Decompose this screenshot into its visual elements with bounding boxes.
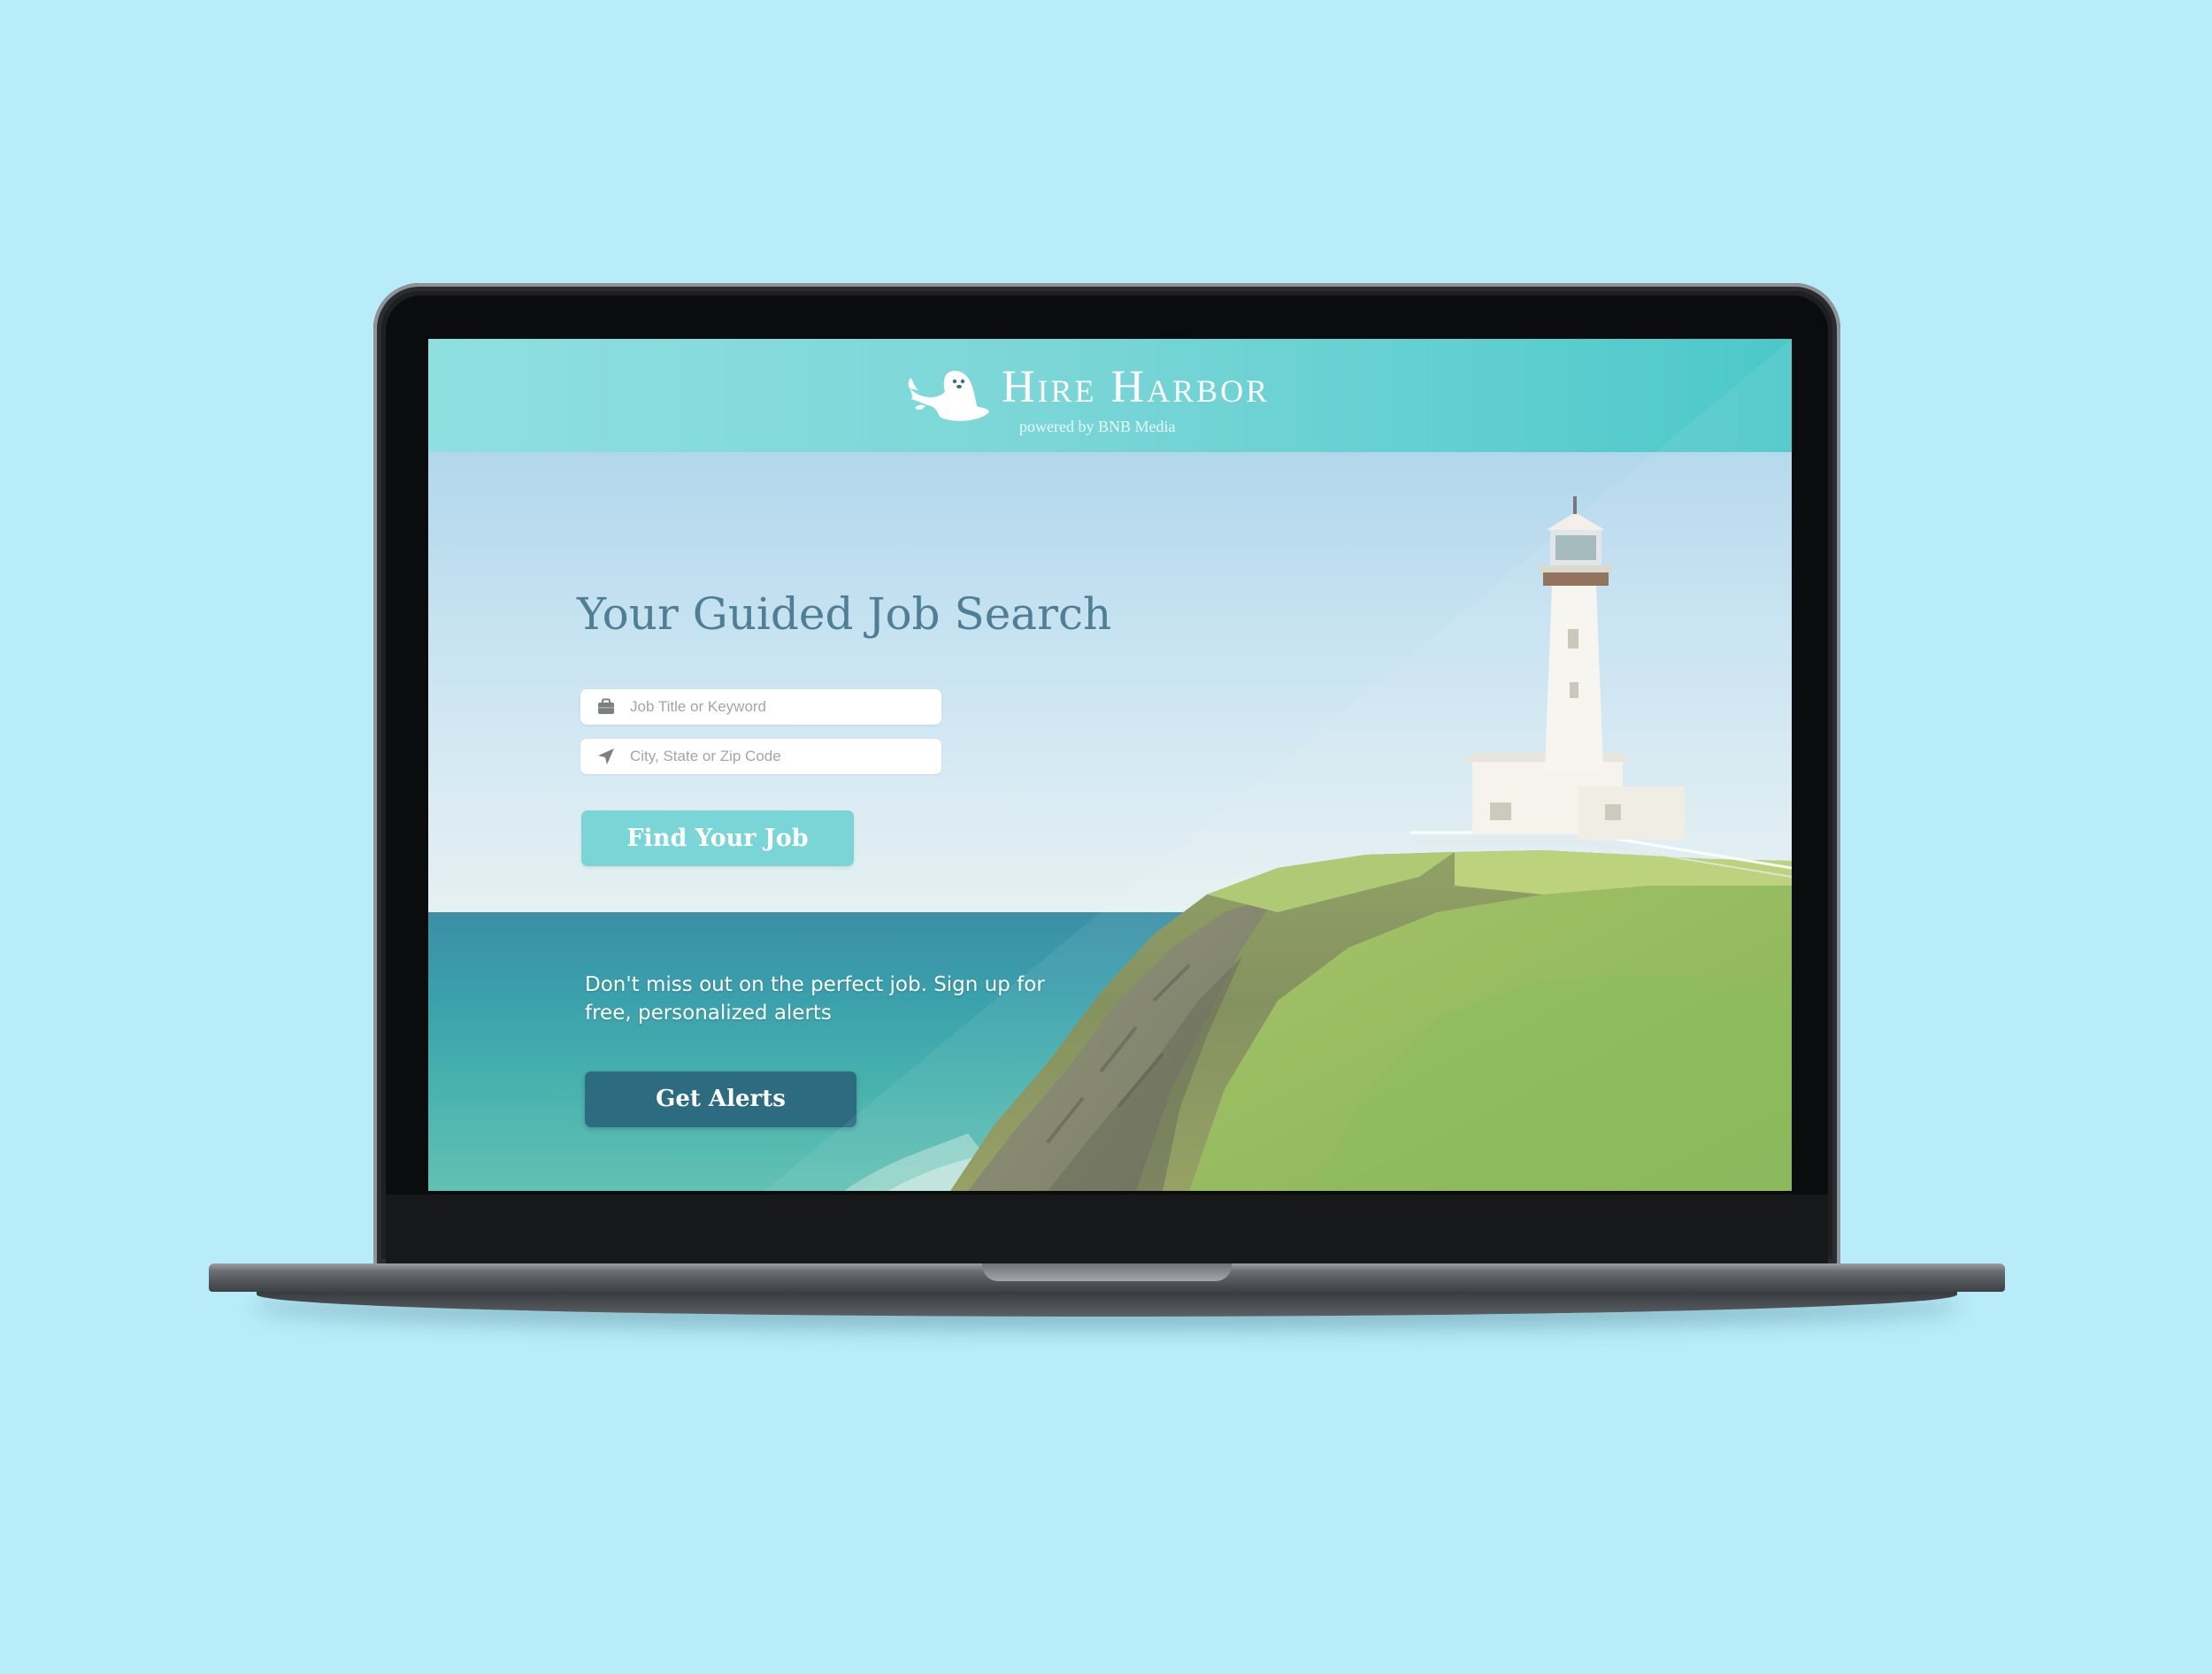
brand-tagline: powered by BNB Media (1019, 418, 1176, 435)
seal-icon[interactable] (906, 362, 995, 424)
alerts-promo-text: Don't miss out on the perfect job. Sign … (585, 973, 1045, 1025)
keyword-field[interactable] (580, 689, 941, 725)
laptop-screen: Hire Harbor powered by BNB Media Your Gu… (428, 339, 1792, 1191)
laptop-notch (982, 1263, 1232, 1281)
find-your-job-button[interactable]: Find Your Job (581, 810, 854, 866)
laptop-chin (386, 1194, 1828, 1267)
location-arrow-icon (598, 749, 614, 764)
location-input[interactable] (630, 739, 931, 774)
site-header: Hire Harbor powered by BNB Media (428, 339, 1792, 452)
get-alerts-button[interactable]: Get Alerts (585, 1071, 856, 1127)
briefcase-icon (598, 698, 614, 714)
hero-section: Your Guided Job Search Find Your Job Don… (428, 452, 1792, 1191)
hero-title: Your Guided Job Search (577, 588, 1112, 640)
brand-name[interactable]: Hire Harbor (1002, 360, 1391, 415)
keyword-input[interactable] (630, 689, 931, 725)
laptop-base-shadow (257, 1290, 1957, 1317)
location-field[interactable] (580, 739, 941, 774)
